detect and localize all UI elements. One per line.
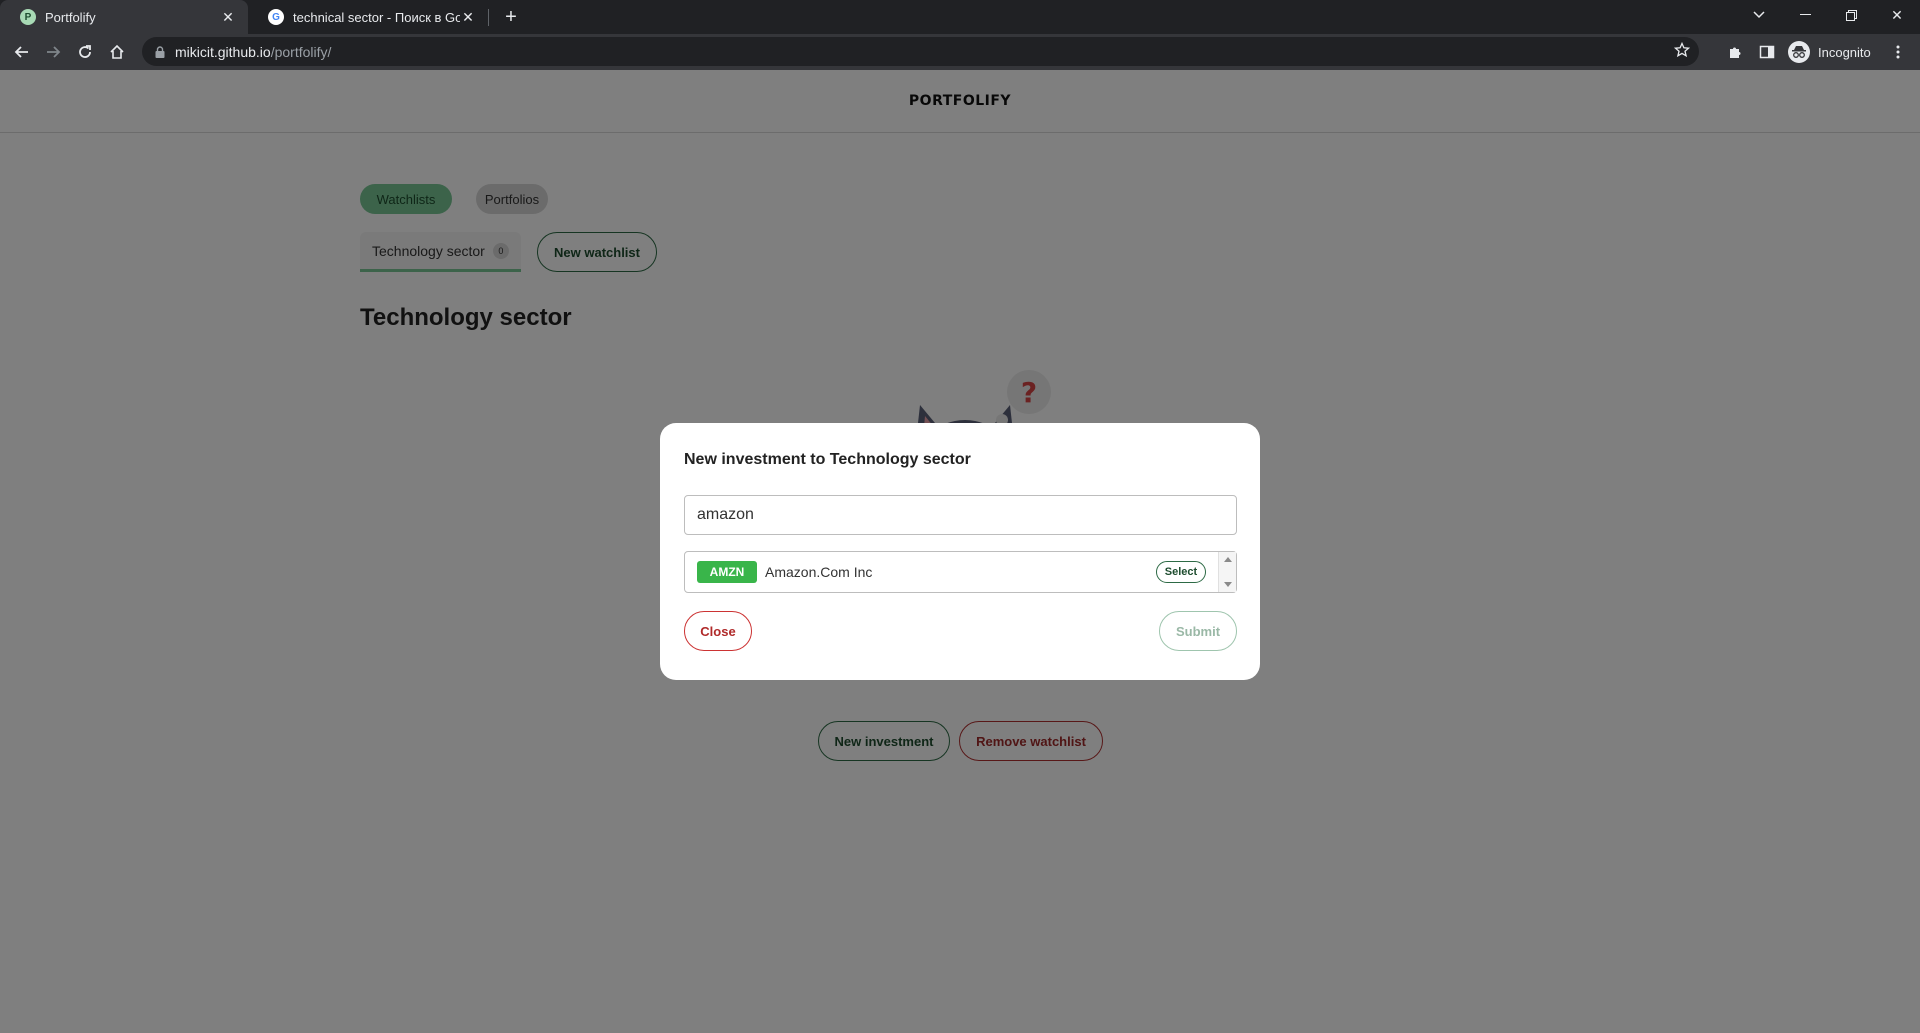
address-bar[interactable]: mikicit.github.io /portfolify/ xyxy=(142,37,1699,66)
side-panel-icon[interactable] xyxy=(1753,38,1781,66)
lock-icon[interactable] xyxy=(155,45,165,58)
tab-separator xyxy=(488,9,489,26)
profile-label: Incognito xyxy=(1818,44,1871,60)
search-results-list: AMZN Amazon.Com Inc Select xyxy=(684,551,1237,593)
search-result-item[interactable]: AMZN Amazon.Com Inc Select xyxy=(685,552,1218,592)
minimize-icon[interactable] xyxy=(1782,0,1828,30)
browser-tab-google[interactable]: G technical sector - Поиск в Googl ✕ xyxy=(248,0,488,34)
page: PORTFOLIFY Watchlists Portfolios Technol… xyxy=(0,70,1920,1033)
investment-search-input[interactable] xyxy=(684,495,1237,535)
reload-icon[interactable] xyxy=(71,38,99,66)
incognito-icon xyxy=(1788,41,1810,63)
new-investment-modal: New investment to Technology sector AMZN… xyxy=(660,423,1260,680)
home-icon[interactable] xyxy=(103,38,131,66)
browser-tabstrip: P Portfolify ✕ G technical sector - Поис… xyxy=(0,0,1920,34)
tab-search-chevron-icon[interactable] xyxy=(1736,0,1782,30)
scroll-up-arrow-icon[interactable] xyxy=(1224,557,1232,562)
close-modal-button[interactable]: Close xyxy=(684,611,752,651)
browser-menu-kebab-icon[interactable] xyxy=(1884,38,1912,66)
ticker-badge: AMZN xyxy=(697,561,757,583)
incognito-profile-button[interactable]: Incognito xyxy=(1788,39,1871,65)
extensions-puzzle-icon[interactable] xyxy=(1721,38,1749,66)
results-scrollbar[interactable] xyxy=(1218,552,1236,592)
close-tab-icon[interactable]: ✕ xyxy=(220,9,236,25)
bookmark-star-icon[interactable] xyxy=(1673,41,1691,63)
tab-title: Portfolify xyxy=(45,9,96,25)
close-window-icon[interactable]: ✕ xyxy=(1874,0,1920,30)
submit-button[interactable]: Submit xyxy=(1159,611,1237,651)
company-name: Amazon.Com Inc xyxy=(765,564,873,580)
select-result-button[interactable]: Select xyxy=(1156,561,1206,583)
back-arrow-icon[interactable] xyxy=(8,38,36,66)
portfolify-favicon-icon: P xyxy=(20,9,36,25)
google-favicon-icon: G xyxy=(268,9,284,25)
forward-arrow-icon[interactable] xyxy=(39,38,67,66)
close-tab-icon[interactable]: ✕ xyxy=(460,9,476,25)
url-path: /portfolify/ xyxy=(270,43,332,60)
restore-icon[interactable] xyxy=(1828,0,1874,30)
url-host: mikicit.github.io xyxy=(175,43,271,60)
browser-tab-portfolify[interactable]: P Portfolify ✕ xyxy=(0,0,248,34)
tab-title: technical sector - Поиск в Googl xyxy=(293,9,460,25)
scroll-down-arrow-icon[interactable] xyxy=(1224,582,1232,587)
browser-toolbar: mikicit.github.io /portfolify/ Incognito xyxy=(0,34,1920,70)
modal-title: New investment to Technology sector xyxy=(684,451,971,468)
new-tab-plus-icon[interactable]: + xyxy=(500,6,522,28)
